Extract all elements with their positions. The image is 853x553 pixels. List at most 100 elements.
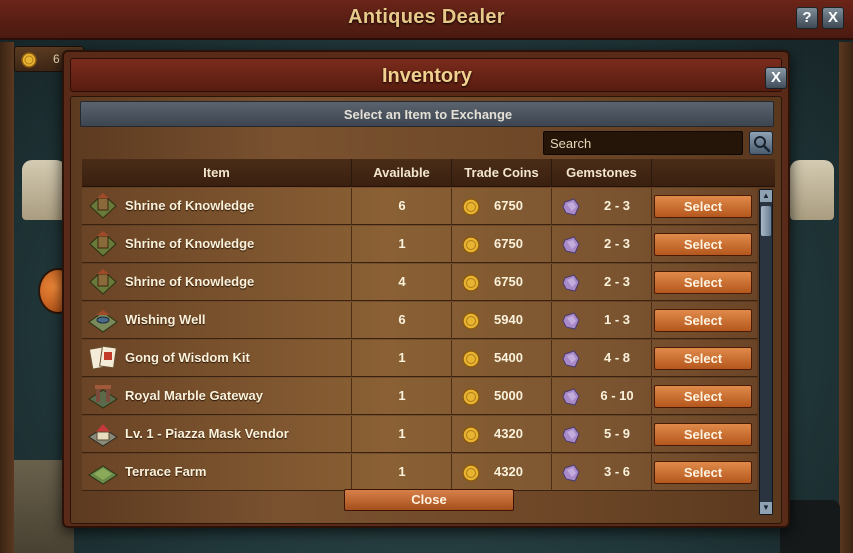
- table-row: Shrine of Knowledge 1 6750 2 - 3 Select: [82, 226, 757, 263]
- gem-icon: [560, 272, 582, 299]
- gem-icon: [560, 386, 582, 413]
- subtitle-text: Select an Item to Exchange: [343, 107, 513, 122]
- table-body: Shrine of Knowledge 6 6750 2 - 3 Select Shrin…: [82, 188, 757, 515]
- header-available: Available: [352, 159, 452, 187]
- coin-icon: [462, 312, 480, 335]
- gemstones-range: 2 - 3: [603, 274, 630, 289]
- item-name: Wishing Well: [125, 312, 206, 327]
- table-row: Gong of Wisdom Kit 1 5400 4 - 8 Select: [82, 340, 757, 377]
- available-count: 6: [398, 312, 406, 327]
- available-count: 1: [398, 426, 406, 441]
- gem-icon: [560, 462, 582, 489]
- gemstones-range: 6 - 10: [600, 388, 634, 403]
- item-name: Shrine of Knowledge: [125, 198, 255, 213]
- shrine-icon: [88, 268, 118, 296]
- gateway-icon: [88, 382, 118, 410]
- close-button[interactable]: Close: [344, 489, 514, 511]
- inventory-table: Item Available Trade Coins Gemstones Shr…: [82, 159, 775, 515]
- table-row: Shrine of Knowledge 6 6750 2 - 3 Select: [82, 188, 757, 225]
- coin-icon: [462, 350, 480, 373]
- gem-icon: [560, 196, 582, 223]
- item-name: Terrace Farm: [125, 464, 207, 479]
- help-button[interactable]: ?: [796, 7, 818, 29]
- available-count: 1: [398, 388, 406, 403]
- coin-icon: [462, 274, 480, 297]
- available-count: 1: [398, 350, 406, 365]
- cell-item: [82, 302, 352, 339]
- kit-cards-icon: [88, 344, 118, 372]
- wishing-well-icon: [88, 306, 118, 334]
- item-name: Lv. 1 - Piazza Mask Vendor: [125, 426, 289, 441]
- frame-left: [0, 42, 14, 553]
- table-header: Item Available Trade Coins Gemstones: [82, 159, 775, 187]
- gemstones-range: 4 - 8: [603, 350, 630, 365]
- trade-coins-value: 5000: [494, 388, 523, 403]
- background-title: Antiques Dealer: [348, 6, 505, 28]
- terrace-farm-icon: [88, 458, 118, 486]
- select-button[interactable]: Select: [654, 309, 752, 332]
- background-close-button[interactable]: X: [822, 7, 844, 29]
- select-button[interactable]: Select: [654, 347, 752, 370]
- search-icon: [754, 136, 771, 153]
- coin-icon: [462, 198, 480, 221]
- select-button[interactable]: Select: [654, 461, 752, 484]
- trade-coins-value: 6750: [494, 198, 523, 213]
- available-count: 4: [398, 274, 406, 289]
- dialog-title: Inventory: [381, 65, 473, 87]
- select-button[interactable]: Select: [654, 385, 752, 408]
- item-name: Shrine of Knowledge: [125, 274, 255, 289]
- gem-icon: [560, 310, 582, 337]
- gemstones-range: 3 - 6: [603, 464, 630, 479]
- trade-coins-value: 4320: [494, 426, 523, 441]
- item-name: Royal Marble Gateway: [125, 388, 263, 403]
- trade-coins-value: 4320: [494, 464, 523, 479]
- gemstones-range: 5 - 9: [603, 426, 630, 441]
- header-item: Item: [82, 159, 352, 187]
- dialog-header: Inventory X: [70, 58, 787, 92]
- available-count: 1: [398, 464, 406, 479]
- shrine-icon: [88, 230, 118, 258]
- gemstones-range: 2 - 3: [603, 236, 630, 251]
- select-button[interactable]: Select: [654, 271, 752, 294]
- header-gemstones: Gemstones: [552, 159, 652, 187]
- coin-counter-value: 6: [53, 52, 60, 66]
- gem-icon: [560, 234, 582, 261]
- table-row: Wishing Well 6 5940 1 - 3 Select: [82, 302, 757, 339]
- header-trade-coins: Trade Coins: [452, 159, 552, 187]
- scroll-down-arrow[interactable]: ▼: [760, 502, 772, 514]
- available-count: 1: [398, 236, 406, 251]
- coin-icon: [462, 236, 480, 259]
- mask-vendor-icon: [88, 420, 118, 448]
- trade-coins-value: 6750: [494, 236, 523, 251]
- trade-coins-value: 5940: [494, 312, 523, 327]
- table-row: Lv. 1 - Piazza Mask Vendor 1 4320 5 - 9 Sele…: [82, 416, 757, 453]
- table-row: Royal Marble Gateway 1 5000 6 - 10 Select: [82, 378, 757, 415]
- trade-coins-value: 6750: [494, 274, 523, 289]
- cell-item: [82, 454, 352, 491]
- subtitle-bar: Select an Item to Exchange: [80, 101, 774, 127]
- gemstones-range: 1 - 3: [603, 312, 630, 327]
- search-input[interactable]: [543, 131, 743, 155]
- scroll-thumb[interactable]: [761, 206, 771, 236]
- table-row: Terrace Farm 1 4320 3 - 6 Select: [82, 454, 757, 491]
- gemstones-range: 2 - 3: [603, 198, 630, 213]
- scrollbar[interactable]: ▲ ▼: [759, 189, 773, 515]
- gem-icon: [560, 348, 582, 375]
- item-name: Gong of Wisdom Kit: [125, 350, 250, 365]
- select-button[interactable]: Select: [654, 423, 752, 446]
- item-name: Shrine of Knowledge: [125, 236, 255, 251]
- coin-icon: [21, 52, 37, 68]
- coin-icon: [462, 426, 480, 449]
- coin-icon: [462, 388, 480, 411]
- trade-coins-value: 5400: [494, 350, 523, 365]
- gem-icon: [560, 424, 582, 451]
- header-action: [652, 159, 775, 187]
- coin-icon: [462, 464, 480, 487]
- dialog-close-x-button[interactable]: X: [765, 67, 787, 89]
- select-button[interactable]: Select: [654, 195, 752, 218]
- search-button[interactable]: [749, 131, 773, 155]
- frame-right: [839, 42, 853, 553]
- scroll-up-arrow[interactable]: ▲: [760, 190, 772, 202]
- shrine-icon: [88, 192, 118, 220]
- select-button[interactable]: Select: [654, 233, 752, 256]
